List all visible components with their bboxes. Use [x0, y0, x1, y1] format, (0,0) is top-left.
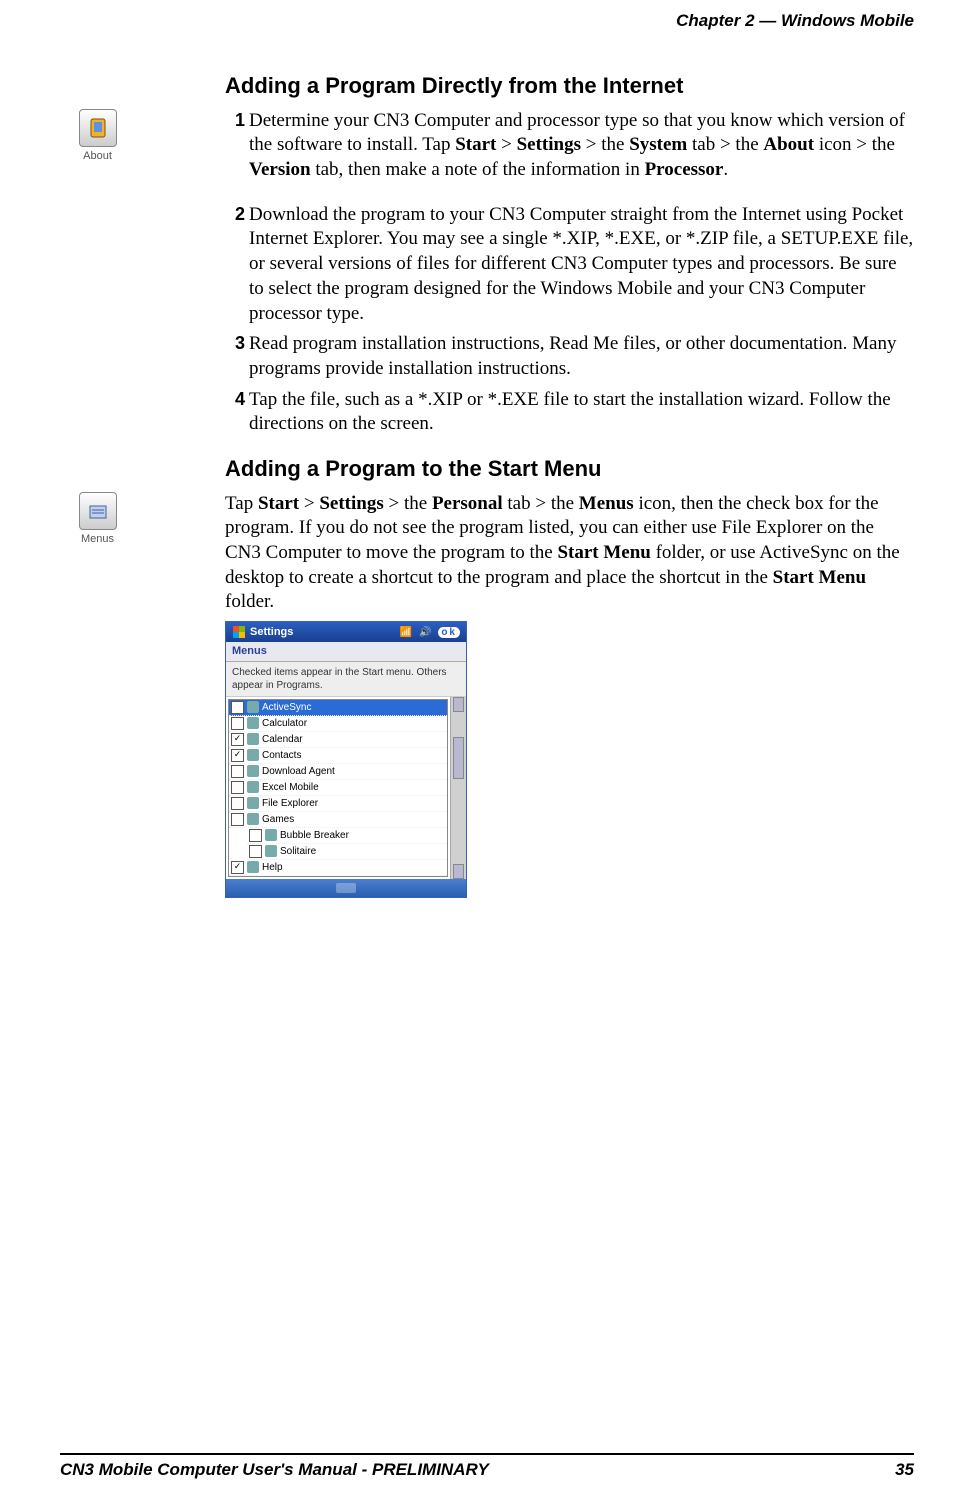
checkbox-icon [249, 829, 262, 842]
windows-flag-icon [232, 625, 246, 639]
checkbox-icon [231, 765, 244, 778]
ss-list-item: Download Agent [229, 764, 447, 780]
page-header: Chapter 2 — Windows Mobile [0, 0, 974, 32]
heading-adding-internet: Adding a Program Directly from the Inter… [225, 72, 914, 101]
ss-scrollbar [450, 697, 466, 879]
step-3-text: Read program installation instructions, … [249, 332, 914, 381]
page-number: 35 [895, 1459, 914, 1481]
program-icon [247, 717, 259, 729]
about-icon-label: About [60, 149, 135, 163]
menus-icon-block: Menus [60, 492, 135, 546]
program-icon [247, 813, 259, 825]
step-2-text: Download the program to your CN3 Compute… [249, 203, 914, 326]
step-number-2: 2 [225, 203, 245, 226]
step-number-3: 3 [225, 332, 245, 355]
footer-title: CN3 Mobile Computer User's Manual - PREL… [60, 1459, 489, 1481]
program-icon [265, 845, 277, 857]
ss-item-label: File Explorer [262, 797, 318, 810]
settings-menus-screenshot: Settings 📶 🔊 ok Menus Checked items appe… [225, 621, 467, 898]
ss-item-label: Calculator [262, 717, 307, 730]
ss-item-label: Games [262, 813, 294, 826]
checkbox-icon: ✓ [231, 749, 244, 762]
checkbox-icon [231, 781, 244, 794]
ss-list-item: Excel Mobile [229, 780, 447, 796]
step-1-text: Determine your CN3 Computer and processo… [249, 109, 914, 183]
program-icon [265, 829, 277, 841]
heading-adding-start-menu: Adding a Program to the Start Menu [225, 455, 914, 484]
keyboard-icon [336, 883, 356, 893]
ss-title: Settings [250, 625, 293, 639]
ss-bottombar [226, 879, 466, 897]
ss-item-label: Help [262, 861, 283, 874]
ss-list: ActiveSync Calculator ✓ Calendar ✓ Contacts Do… [228, 699, 448, 877]
checkbox-icon [231, 717, 244, 730]
ss-list-item: ActiveSync [229, 700, 447, 716]
ss-titlebar: Settings 📶 🔊 ok [226, 622, 466, 642]
program-icon [247, 733, 259, 745]
start-menu-paragraph: Tap Start > Settings > the Personal tab … [225, 492, 914, 615]
ss-list-item: Solitaire [247, 844, 447, 860]
ss-list-item: Games [229, 812, 447, 828]
ss-list-item: ✓ Contacts [229, 748, 447, 764]
ss-item-label: Bubble Breaker [280, 829, 349, 842]
step-4-text: Tap the file, such as a *.XIP or *.EXE f… [249, 388, 914, 437]
checkbox-icon [231, 701, 244, 714]
checkbox-icon [231, 813, 244, 826]
about-icon [79, 109, 117, 147]
ss-item-label: Excel Mobile [262, 781, 319, 794]
checkbox-icon [231, 797, 244, 810]
program-icon [247, 861, 259, 873]
menus-icon-label: Menus [60, 532, 135, 546]
checkbox-icon: ✓ [231, 861, 244, 874]
ss-instruction: Checked items appear in the Start menu. … [226, 662, 466, 697]
checkbox-icon: ✓ [231, 733, 244, 746]
ss-item-label: ActiveSync [262, 701, 311, 714]
ss-list-item: Calculator [229, 716, 447, 732]
ss-list-item: File Explorer [229, 796, 447, 812]
program-icon [247, 701, 259, 713]
ss-list-item: ✓ Calendar [229, 732, 447, 748]
about-icon-block: About [60, 109, 135, 163]
step-number-4: 4 [225, 388, 245, 411]
program-icon [247, 797, 259, 809]
ss-item-label: Contacts [262, 749, 301, 762]
ss-tab-menus: Menus [226, 642, 466, 661]
ss-list-item: Bubble Breaker [247, 828, 447, 844]
ss-item-label: Calendar [262, 733, 303, 746]
ss-status-icons: 📶 🔊 ok [400, 626, 460, 639]
step-number-1: 1 [225, 109, 245, 132]
ss-item-label: Download Agent [262, 765, 335, 778]
program-icon [247, 765, 259, 777]
menus-icon [79, 492, 117, 530]
ss-list-item: ✓ Help [229, 860, 447, 876]
program-icon [247, 781, 259, 793]
ss-item-label: Solitaire [280, 845, 316, 858]
checkbox-icon [249, 845, 262, 858]
program-icon [247, 749, 259, 761]
